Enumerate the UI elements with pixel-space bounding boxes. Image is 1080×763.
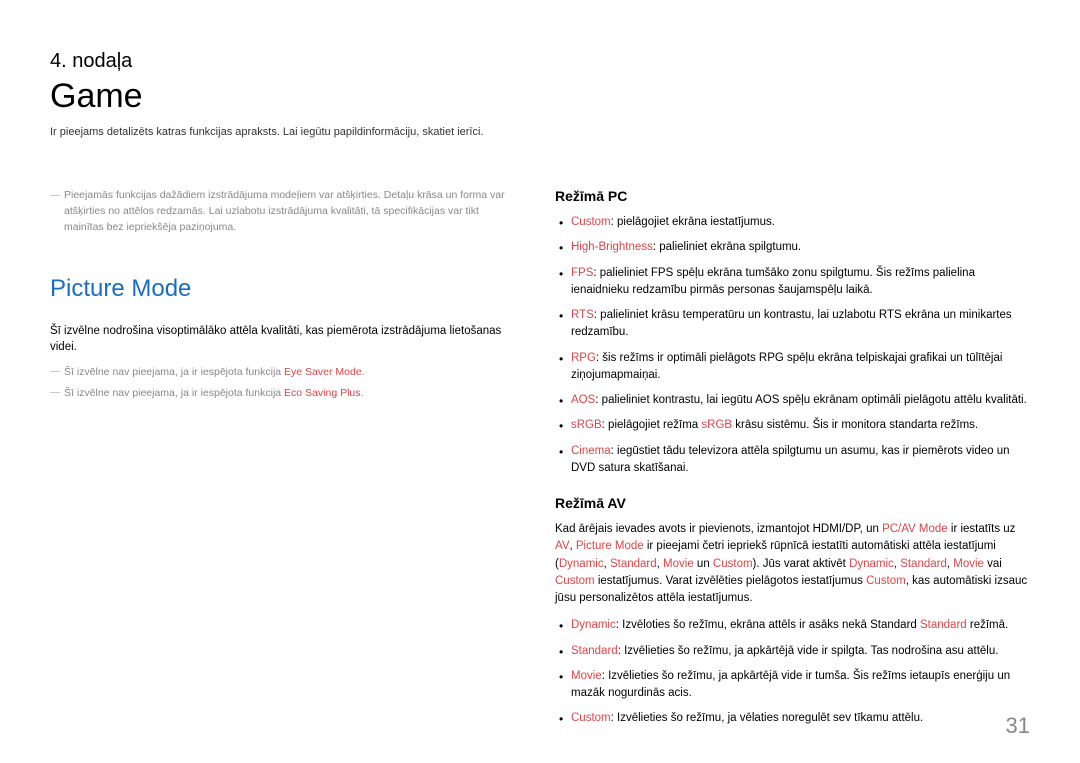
content-columns: Pieejamās funkcijas dažādiem izstrādājum… <box>50 188 1030 736</box>
list-item: Cinema: iegūstiet tādu televizora attēla… <box>555 443 1030 478</box>
section-title-picture-mode: Picture Mode <box>50 275 515 303</box>
mode-label-fps: FPS <box>571 267 593 279</box>
mode-label-standard: Standard <box>571 645 618 657</box>
text: iestatījumus. Varat izvēlēties pielāgoto… <box>595 575 866 587</box>
note-text: Šī izvēlne nav pieejama, ja ir iespējota… <box>64 366 284 378</box>
text: vai <box>984 558 1002 570</box>
top-disclaimer-note: Pieejamās funkcijas dažādiem izstrādājum… <box>50 188 515 235</box>
page-number: 31 <box>1006 713 1030 739</box>
note-text: . <box>361 387 364 399</box>
mode-text: : šis režīms ir optimāli pielāgots RPG s… <box>571 352 1002 381</box>
list-item: RTS: palieliniet krāsu temperatūru un ko… <box>555 307 1030 342</box>
mode-text: : pielāgojiet ekrāna iestatījumus. <box>611 216 775 228</box>
heading-av-mode: Režīmā AV <box>555 495 1030 511</box>
mode-label-high-brightness: High-Brightness <box>571 241 653 253</box>
pc-mode-list: Custom: pielāgojiet ekrāna iestatījumus.… <box>555 214 1030 477</box>
mode-text: : pielāgojiet režīma <box>602 419 702 431</box>
mode-text: krāsu sistēmu. Šis ir monitora standarta… <box>732 419 978 431</box>
list-item: Custom: pielāgojiet ekrāna iestatījumus. <box>555 214 1030 231</box>
mode-text: : palieliniet krāsu temperatūru un kontr… <box>571 309 1012 338</box>
note-eco-saving: Šī izvēlne nav pieejama, ja ir iespējota… <box>50 386 515 401</box>
mode-text: : palieliniet FPS spēļu ekrāna tumšāko z… <box>571 267 975 296</box>
mode-text: : palieliniet kontrastu, lai iegūtu AOS … <box>595 394 1027 406</box>
note-eye-saver: Šī izvēlne nav pieejama, ja ir iespējota… <box>50 365 515 380</box>
right-column: Režīmā PC Custom: pielāgojiet ekrāna ies… <box>555 188 1030 736</box>
list-item: AOS: palieliniet kontrastu, lai iegūtu A… <box>555 392 1030 409</box>
highlight-eye-saver: Eye Saver Mode <box>284 366 362 378</box>
mode-label-srgb: sRGB <box>571 419 602 431</box>
list-item: RPG: šis režīms ir optimāli pielāgots RP… <box>555 350 1030 385</box>
mode-label-cinema: Cinema <box>571 445 611 457</box>
mode-label-custom: Custom <box>571 216 611 228</box>
text: un <box>694 558 713 570</box>
list-item: Movie: Izvēlieties šo režīmu, ja apkārtē… <box>555 668 1030 703</box>
highlight: AV <box>555 540 570 552</box>
text: ). Jūs varat aktivēt <box>753 558 850 570</box>
list-item: sRGB: pielāgojiet režīma sRGB krāsu sist… <box>555 417 1030 434</box>
highlight-eco-saving: Eco Saving Plus <box>284 387 360 399</box>
highlight: Picture Mode <box>576 540 644 552</box>
mode-text: : iegūstiet tādu televizora attēla spilg… <box>571 445 1010 474</box>
list-item: Dynamic: Izvēloties šo režīmu, ekrāna at… <box>555 617 1030 634</box>
left-column: Pieejamās funkcijas dažādiem izstrādājum… <box>50 188 515 736</box>
highlight: Dynamic <box>559 558 604 570</box>
highlight: PC/AV Mode <box>882 523 948 535</box>
highlight: Movie <box>953 558 984 570</box>
heading-pc-mode: Režīmā PC <box>555 188 1030 204</box>
highlight: Standard <box>900 558 947 570</box>
highlight: Custom <box>713 558 753 570</box>
av-mode-list: Dynamic: Izvēloties šo režīmu, ekrāna at… <box>555 617 1030 727</box>
mode-label-dynamic: Dynamic <box>571 619 616 631</box>
highlight: Standard <box>610 558 657 570</box>
highlight-standard: Standard <box>920 619 967 631</box>
mode-label-rpg: RPG <box>571 352 596 364</box>
highlight: Dynamic <box>849 558 894 570</box>
list-item: Standard: Izvēlieties šo režīmu, ja apkā… <box>555 643 1030 660</box>
highlight: Custom <box>866 575 906 587</box>
text: Kad ārējais ievades avots ir pievienots,… <box>555 523 882 535</box>
mode-text: : Izvēlieties šo režīmu, ja apkārtējā vi… <box>571 670 1010 699</box>
list-item: High-Brightness: palieliniet ekrāna spil… <box>555 239 1030 256</box>
chapter-title: Game <box>50 77 1030 116</box>
highlight-srgb: sRGB <box>701 419 732 431</box>
list-item: FPS: palieliniet FPS spēļu ekrāna tumšāk… <box>555 265 1030 300</box>
section-description: Šī izvēlne nodrošina visoptimālāko attēl… <box>50 323 515 355</box>
chapter-description: Ir pieejams detalizēts katras funkcijas … <box>50 126 1030 138</box>
text: ir iestatīts uz <box>948 523 1016 535</box>
mode-label-aos: AOS <box>571 394 595 406</box>
mode-text: : Izvēlieties šo režīmu, ja apkārtējā vi… <box>618 645 999 657</box>
note-text: Šī izvēlne nav pieejama, ja ir iespējota… <box>64 387 284 399</box>
manual-page: 4. nodaļa Game Ir pieejams detalizēts ka… <box>0 0 1080 736</box>
mode-text: režīmā. <box>967 619 1009 631</box>
mode-text: : Izvēlieties šo režīmu, ja vēlaties nor… <box>611 712 924 724</box>
mode-label-rts: RTS <box>571 309 594 321</box>
note-text: . <box>362 366 365 378</box>
list-item: Custom: Izvēlieties šo režīmu, ja vēlati… <box>555 710 1030 727</box>
av-intro-paragraph: Kad ārējais ievades avots ir pievienots,… <box>555 521 1030 607</box>
highlight: Movie <box>663 558 694 570</box>
mode-text: : Izvēloties šo režīmu, ekrāna attēls ir… <box>616 619 920 631</box>
mode-label-movie: Movie <box>571 670 602 682</box>
mode-text: : palieliniet ekrāna spilgtumu. <box>653 241 801 253</box>
chapter-label: 4. nodaļa <box>50 50 1030 73</box>
highlight: Custom <box>555 575 595 587</box>
mode-label-custom-av: Custom <box>571 712 611 724</box>
